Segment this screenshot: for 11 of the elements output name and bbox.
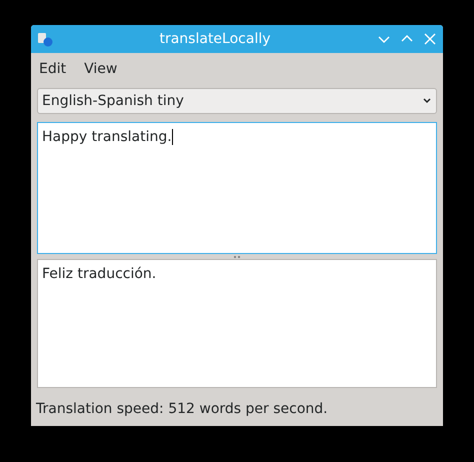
menu-item[interactable]: Edit (33, 58, 72, 80)
window-title: translateLocally (158, 30, 272, 48)
translation-text-field[interactable]: Feliz traducción. (37, 259, 437, 388)
app-icon (37, 31, 53, 47)
status-text: Translation speed: 512 words per second. (36, 400, 328, 418)
menu-item[interactable]: View (78, 58, 124, 80)
source-text-field[interactable]: Happy translating. (37, 122, 437, 254)
model-dropdown[interactable]: English-Spanish tiny (37, 88, 437, 114)
splitter-handle-icon[interactable] (234, 256, 240, 258)
chevron-down-icon (422, 97, 432, 105)
close-icon[interactable] (423, 32, 437, 46)
